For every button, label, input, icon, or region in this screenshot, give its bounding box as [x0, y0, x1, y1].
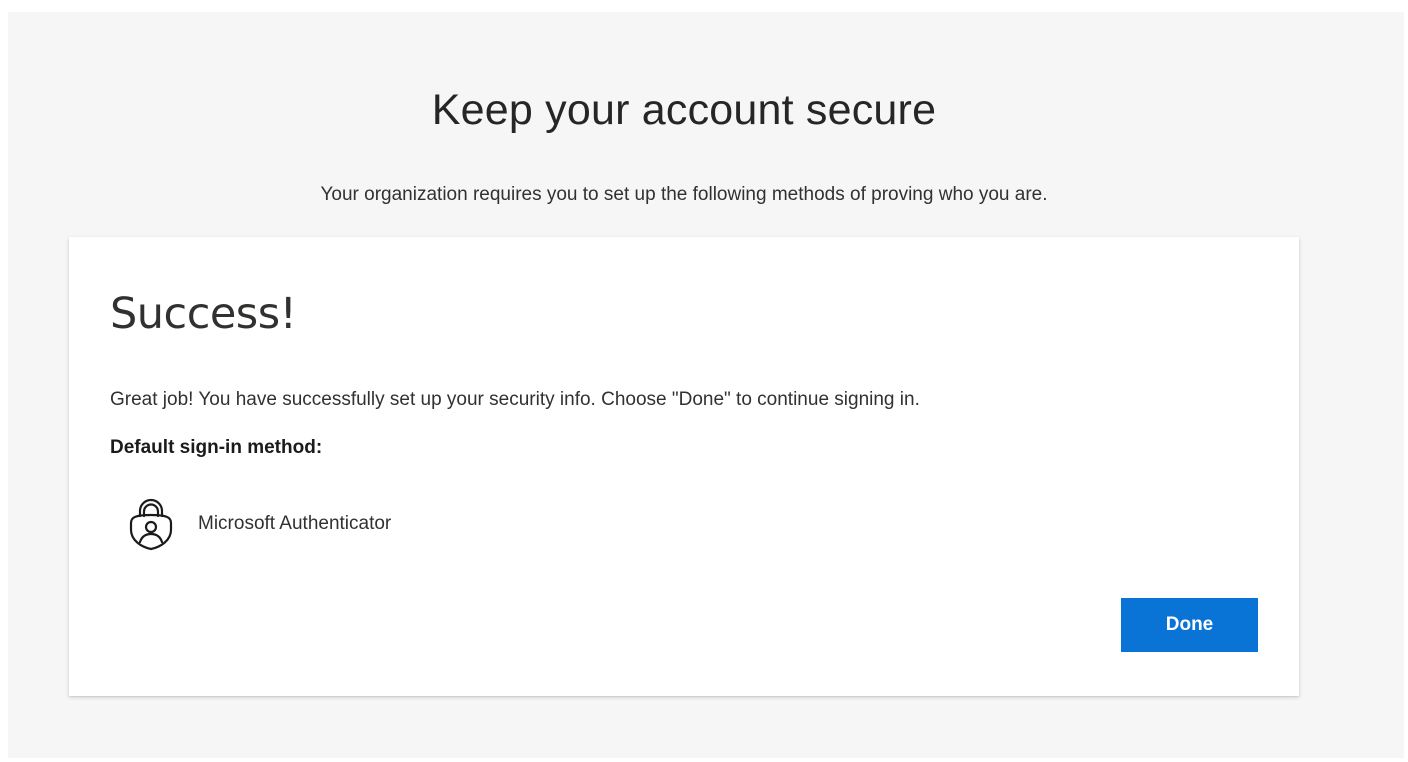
default-method-label: Default sign-in method: — [110, 437, 323, 458]
method-name: Microsoft Authenticator — [198, 513, 392, 534]
page-title: Keep your account secure — [431, 86, 937, 134]
page-subtitle: Your organization requires you to set up… — [320, 184, 1048, 205]
success-card: Success! Great job! You have successfull… — [69, 237, 1299, 696]
success-heading: Success! — [110, 289, 297, 339]
page-background: Keep your account secure Your organizati… — [8, 12, 1404, 758]
authenticator-lock-icon — [125, 496, 177, 552]
success-message: Great job! You have successfully set up … — [110, 389, 920, 410]
default-method-row: Microsoft Authenticator — [125, 496, 391, 552]
done-button[interactable]: Done — [1121, 598, 1258, 652]
